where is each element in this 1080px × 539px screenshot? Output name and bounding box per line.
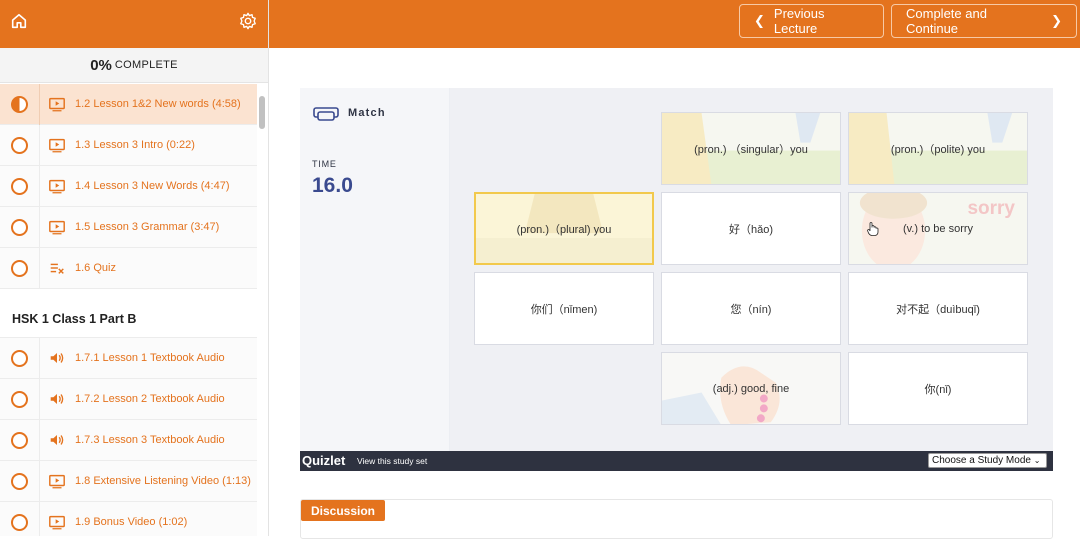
lecture-title[interactable]: 1.9 Bonus Video (1:02) [75,516,187,528]
play-video-icon [49,220,65,235]
previous-lecture-button[interactable]: ❮ Previous Lecture [739,4,884,38]
speaker-icon [50,394,64,404]
lecture-topbar: ❮ Previous Lecture Complete and Continue… [269,0,1080,48]
incomplete-circle-icon[interactable] [11,472,28,490]
time-label: TIME [312,159,337,169]
card-text: 对不起（duìbuqǐ) [896,303,980,316]
match-board: (pron.) （singular）you (pron.)（polite) yo… [450,88,1053,451]
match-card[interactable]: 你们（nǐmen) [474,272,654,345]
card-text: 好（hǎo) [728,223,774,236]
mode-label: Match [348,107,386,119]
card-text: (adj.) good, fine [712,382,790,395]
card-text: (v.) to be sorry [902,222,974,235]
lecture-title[interactable]: 1.8 Extensive Listening Video (1:13) [75,475,251,487]
match-card[interactable]: 你(nǐ) [848,352,1028,425]
lecture-title[interactable]: 1.3 Lesson 3 Intro (0:22) [75,139,195,151]
speaker-icon [50,435,64,445]
match-card[interactable]: (adj.) good, fine [661,352,841,425]
card-text: (pron.)（plural) you [516,223,612,236]
play-video-icon [49,138,65,153]
play-video-icon [49,97,65,112]
lecture-item[interactable]: 1.4 Lesson 3 New Words (4:47) [0,165,257,207]
lecture-item[interactable]: 1.2 Lesson 1&2 New words (4:58) [0,83,257,125]
lecture-item[interactable]: 1.7.3 Lesson 3 Textbook Audio [0,419,257,461]
chevron-left-icon: ❮ [754,13,765,28]
half-complete-icon[interactable] [11,95,28,113]
incomplete-circle-icon[interactable] [11,177,28,195]
incomplete-circle-icon[interactable] [11,431,28,449]
lecture-title[interactable]: 1.7.2 Lesson 2 Textbook Audio [75,393,225,405]
match-card[interactable]: (pron.)（polite) you [848,112,1028,185]
match-card[interactable]: (pron.) （singular）you [661,112,841,185]
course-progress: 0% COMPLETE [0,48,268,83]
lecture-title[interactable]: 1.7.3 Lesson 3 Textbook Audio [75,434,225,446]
quizlet-footer-bar: Quizlet View this study set Choose a Stu… [300,451,1053,471]
complete-continue-label: Complete and Continue [906,6,987,36]
incomplete-circle-icon[interactable] [11,349,28,367]
lecture-title[interactable]: 1.7.1 Lesson 1 Textbook Audio [75,352,225,364]
match-cards-icon [313,107,339,121]
card-text: (pron.) （singular）you [694,143,808,156]
lecture-list: 1.2 Lesson 1&2 New words (4:58) 1.3 Less… [0,83,257,536]
home-icon[interactable] [10,12,28,30]
gear-icon[interactable] [239,12,257,30]
lecture-item[interactable]: 1.3 Lesson 3 Intro (0:22) [0,124,257,166]
quizlet-logo[interactable]: Quizlet [302,453,345,468]
match-card[interactable]: 对不起（duìbuqǐ) [848,272,1028,345]
hand-cursor-icon [867,222,879,236]
section-title: HSK 1 Class 1 Part B [0,289,257,338]
lecture-title[interactable]: 1.2 Lesson 1&2 New words (4:58) [75,98,241,110]
card-text: 你(nǐ) [924,383,952,396]
incomplete-circle-icon[interactable] [11,259,28,277]
study-mode-value: Choose a Study Mode [932,455,1031,466]
lecture-item[interactable]: 1.8 Extensive Listening Video (1:13) [0,460,257,502]
play-video-icon [49,474,65,489]
chevron-down-icon: ⌄ [1033,456,1041,465]
lecture-item[interactable]: 1.5 Lesson 3 Grammar (3:47) [0,206,257,248]
quiz-checklist-icon [50,263,64,274]
sidebar-header [0,0,268,48]
incomplete-circle-icon[interactable] [11,136,28,154]
incomplete-circle-icon[interactable] [11,218,28,236]
course-sidebar: 0% COMPLETE 1.2 Lesson 1&2 New words (4:… [0,0,269,536]
discussion-tab[interactable]: Discussion [301,500,385,521]
card-image-word: sorry [967,198,1015,219]
previous-lecture-label: Previous Lecture [773,6,825,36]
lecture-item[interactable]: 1.6 Quiz [0,247,257,289]
lecture-title[interactable]: 1.6 Quiz [75,262,116,274]
match-card-selected[interactable]: (pron.)（plural) you [474,192,654,265]
lecture-item[interactable]: 1.7.1 Lesson 1 Textbook Audio [0,337,257,379]
match-card[interactable]: 好（hǎo) [661,192,841,265]
incomplete-circle-icon[interactable] [11,513,28,531]
chevron-right-icon: ❯ [1051,13,1062,28]
speaker-icon [50,353,64,363]
time-value: 16.0 [312,174,353,197]
lecture-title[interactable]: 1.5 Lesson 3 Grammar (3:47) [75,221,219,233]
card-text: 你们（nǐmen) [530,303,598,316]
play-video-icon [49,179,65,194]
view-study-set-link[interactable]: View this study set [357,456,427,466]
card-text: 您（nín) [730,303,772,316]
quizlet-embed: Match TIME 16.0 (pron.) （singular）you (p… [300,88,1053,471]
lecture-item[interactable]: 1.9 Bonus Video (1:02) [0,501,257,536]
progress-percent: 0% [90,56,112,74]
lecture-item[interactable]: 1.7.2 Lesson 2 Textbook Audio [0,378,257,420]
progress-label: COMPLETE [114,59,178,71]
discussion-panel: Discussion [300,499,1053,539]
play-video-icon [49,515,65,530]
study-mode-select[interactable]: Choose a Study Mode ⌄ [928,453,1047,468]
incomplete-circle-icon[interactable] [11,390,28,408]
sidebar-scrollbar[interactable] [259,96,265,129]
match-info-panel: Match TIME 16.0 [300,88,450,451]
match-card[interactable]: 您（nín) [661,272,841,345]
match-card[interactable]: sorry (v.) to be sorry [848,192,1028,265]
lecture-title[interactable]: 1.4 Lesson 3 New Words (4:47) [75,180,229,192]
card-text: (pron.)（polite) you [890,143,986,156]
complete-and-continue-button[interactable]: Complete and Continue ❯ [891,4,1077,38]
